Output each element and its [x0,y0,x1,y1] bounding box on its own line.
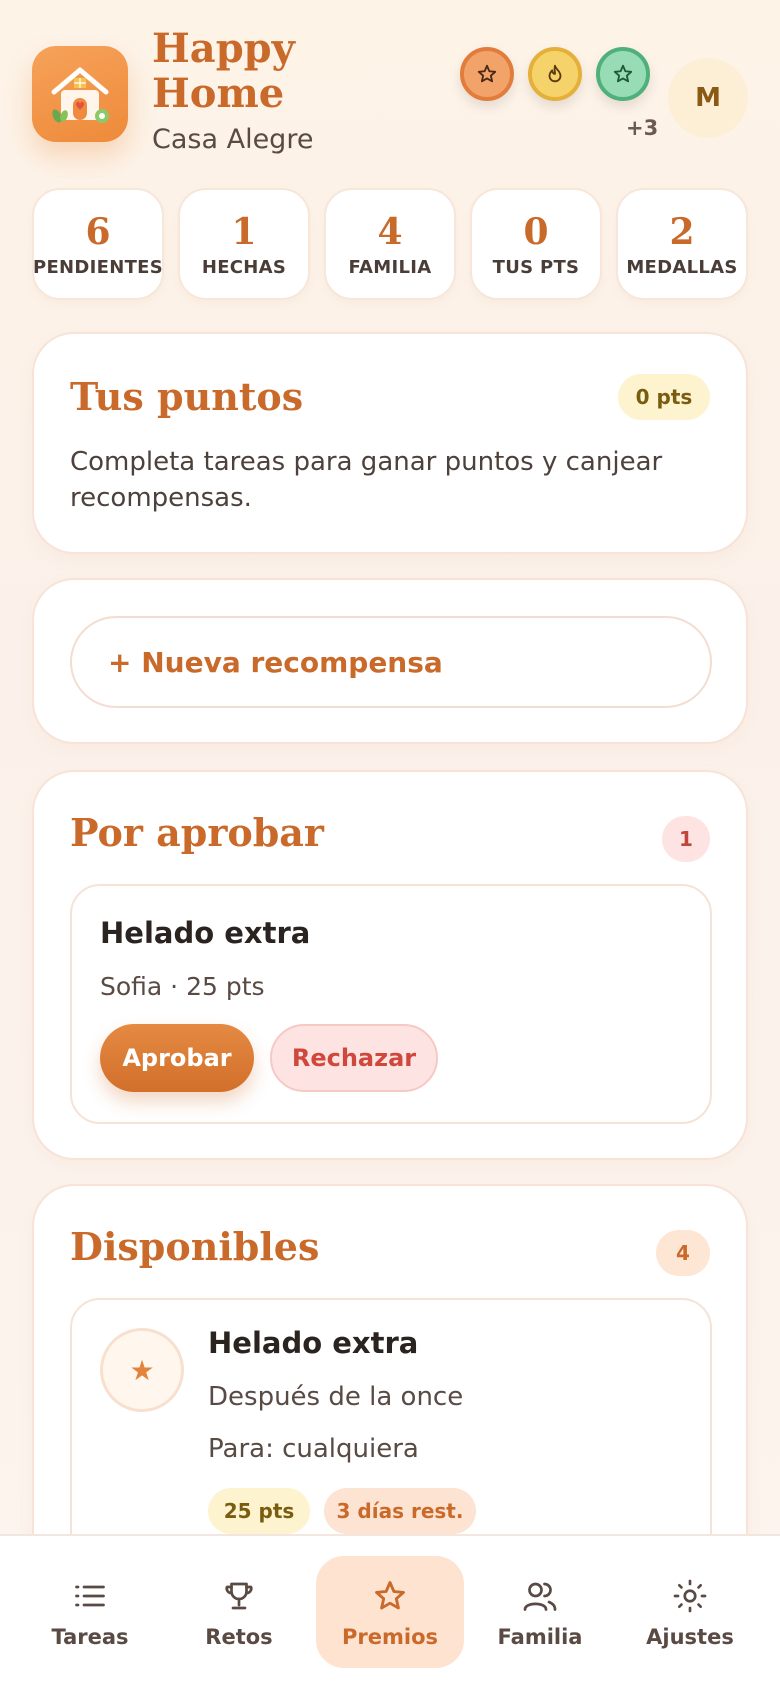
nav-label: Familia [497,1625,583,1649]
stat-hechas: 1 HECHAS [178,188,310,300]
reward-title: Helado extra [208,1326,419,1360]
stat-pendientes: 6 PENDIENTES [32,188,164,300]
trophy-icon [218,1575,260,1617]
reward-star-icon: ★ [100,1328,184,1412]
nav-ajustes[interactable]: Ajustes [616,1556,764,1668]
bottom-navigation: Tareas Retos Premios Familia Ajustes [0,1534,780,1688]
stat-value: 1 [231,210,257,253]
pending-approval-card: Por aprobar 1 Helado extra Sofia · 25 pt… [32,770,748,1160]
medal-star-icon[interactable] [460,47,514,101]
app-title: Happy Home [152,25,295,117]
reward-recipient: Para: cualquiera [208,1434,419,1464]
pending-title: Por aprobar [70,810,324,855]
stat-familia: 4 FAMILIA [324,188,456,300]
stat-value: 0 [523,210,549,253]
stat-label: MEDALLAS [626,256,738,278]
stat-label: PENDIENTES [32,256,164,278]
approve-button[interactable]: Aprobar [100,1024,254,1092]
user-avatar[interactable]: M [668,58,748,138]
reward-remaining-tag: 3 días rest. [324,1488,476,1534]
nav-label: Retos [205,1625,273,1649]
new-reward-card: + Nueva recompensa [32,578,748,744]
stat-tus-pts: 0 TUS PTS [470,188,602,300]
house-logo-icon [32,46,128,142]
nav-premios[interactable]: Premios [316,1556,464,1668]
available-title: Disponibles [70,1224,320,1269]
points-card: Tus puntos 0 pts Completa tareas para ga… [32,332,748,554]
reward-description: Después de la once [208,1382,464,1412]
points-title: Tus puntos [70,374,304,419]
nav-familia[interactable]: Familia [466,1556,614,1668]
available-count-badge: 4 [656,1230,710,1276]
medal-star-green-icon[interactable] [596,47,650,101]
reject-button[interactable]: Rechazar [270,1024,438,1092]
stat-value: 4 [377,210,403,253]
request-meta: Sofia · 25 pts [100,972,265,1001]
nav-tareas[interactable]: Tareas [16,1556,164,1668]
star-icon [369,1575,411,1617]
request-title: Helado extra [100,916,311,950]
stat-value: 6 [85,210,111,253]
medal-flame-icon[interactable] [528,47,582,101]
new-reward-button[interactable]: + Nueva recompensa [70,616,712,708]
list-icon [69,1575,111,1617]
app-subtitle: Casa Alegre [152,124,314,155]
nav-label: Ajustes [646,1625,734,1649]
pending-request-item: Helado extra Sofia · 25 pts Aprobar Rech… [70,884,712,1124]
points-badge: 0 pts [618,374,710,420]
stats-row: 6 PENDIENTES 1 HECHAS 4 FAMILIA 0 TUS PT… [32,188,748,300]
nav-label: Tareas [51,1625,129,1649]
nav-retos[interactable]: Retos [165,1556,313,1668]
pending-count-badge: 1 [662,816,710,862]
users-icon [519,1575,561,1617]
sun-icon [669,1575,711,1617]
stat-label: HECHAS [201,256,287,278]
points-description: Completa tareas para ganar puntos y canj… [70,447,663,513]
stat-medallas: 2 MEDALLAS [616,188,748,300]
reward-points-tag: 25 pts [208,1488,310,1534]
stat-label: FAMILIA [348,256,432,278]
stat-value: 2 [669,210,695,253]
stat-label: TUS PTS [492,256,580,278]
nav-label: Premios [342,1625,438,1649]
more-medals-count[interactable]: +3 [626,116,658,140]
app-header: Happy Home Casa Alegre +3 M [0,0,780,170]
